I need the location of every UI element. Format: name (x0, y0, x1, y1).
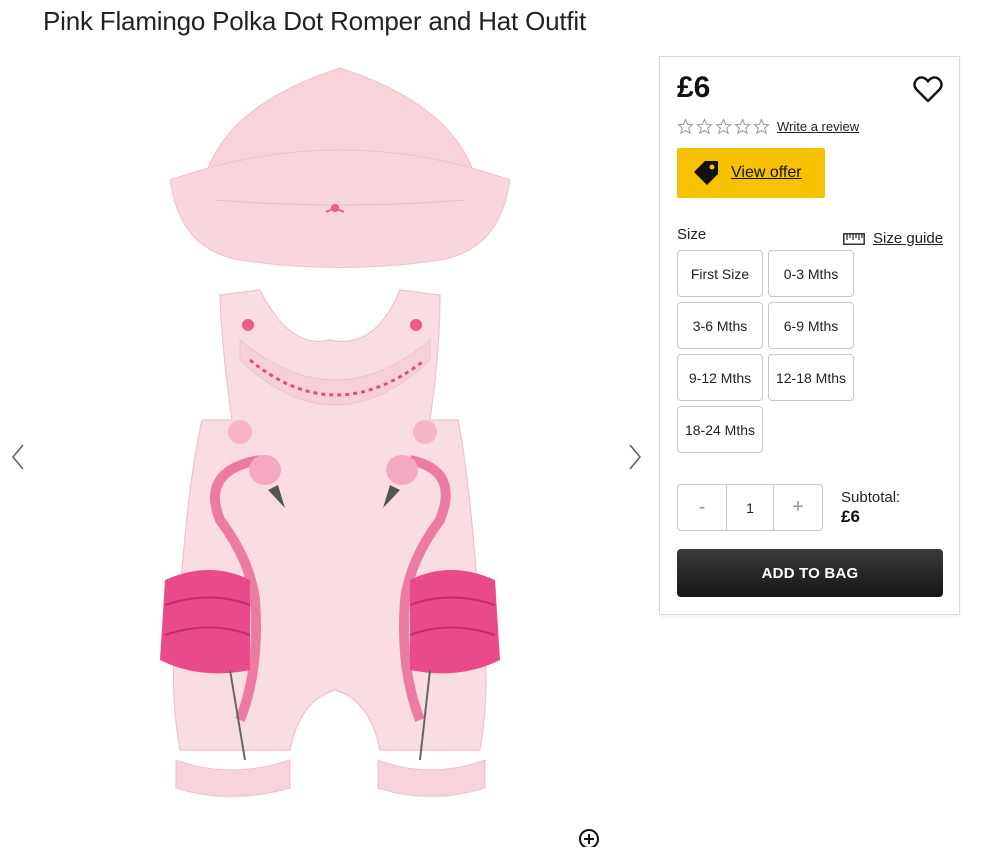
chevron-right-icon (629, 444, 642, 470)
quantity-stepper: - + (677, 484, 823, 531)
rating: Write a review (677, 118, 859, 135)
heart-icon[interactable] (912, 73, 944, 105)
product-title: Pink Flamingo Polka Dot Romper and Hat O… (43, 6, 587, 36)
tag-icon (694, 161, 718, 185)
size-option-6-9-mths[interactable]: 6-9 Mths (768, 302, 854, 349)
add-to-bag-button[interactable]: ADD TO BAG (677, 549, 943, 597)
size-guide-label: Size guide (873, 230, 944, 247)
size-option-0-3-mths[interactable]: 0-3 Mths (768, 250, 854, 297)
size-option-9-12-mths[interactable]: 9-12 Mths (677, 354, 763, 401)
rating-stars (677, 118, 770, 135)
size-option-3-6-mths[interactable]: 3-6 Mths (677, 302, 763, 349)
product-gallery (0, 50, 650, 847)
quantity-decrease-button[interactable]: - (678, 485, 726, 530)
size-option-first-size[interactable]: First Size (677, 250, 763, 297)
subtotal-label: Subtotal: (841, 489, 901, 506)
zoom-in-icon[interactable] (578, 828, 602, 847)
chevron-left-icon (11, 444, 24, 470)
size-guide-link[interactable]: Size guide (843, 230, 943, 247)
subtotal: Subtotal: £6 (841, 489, 900, 527)
quantity-input[interactable] (726, 485, 774, 530)
star-outline-icon (715, 118, 732, 135)
view-offer-label: View offer (731, 164, 802, 181)
product-price: £6 (677, 71, 711, 104)
view-offer-button[interactable]: View offer (677, 148, 825, 198)
star-outline-icon (696, 118, 713, 135)
star-outline-icon (734, 118, 751, 135)
star-outline-icon (753, 118, 770, 135)
romper-illustration (160, 289, 500, 797)
size-option-18-24-mths[interactable]: 18-24 Mths (677, 406, 763, 453)
gallery-next-button[interactable] (623, 440, 647, 474)
ruler-icon (843, 232, 865, 245)
subtotal-value: £6 (841, 507, 860, 526)
star-outline-icon (677, 118, 694, 135)
write-review-link[interactable]: Write a review (777, 119, 859, 134)
purchase-panel: £6 Write a review View offer Size Size g… (659, 56, 960, 615)
size-option-12-18-mths[interactable]: 12-18 Mths (768, 354, 854, 401)
size-label: Size (677, 226, 707, 243)
size-options: First Size 0-3 Mths 3-6 Mths 6-9 Mths 9-… (677, 250, 857, 453)
product-image (160, 67, 511, 797)
quantity-increase-button[interactable]: + (774, 485, 822, 530)
gallery-prev-button[interactable] (6, 440, 30, 474)
hat-illustration (169, 67, 511, 268)
